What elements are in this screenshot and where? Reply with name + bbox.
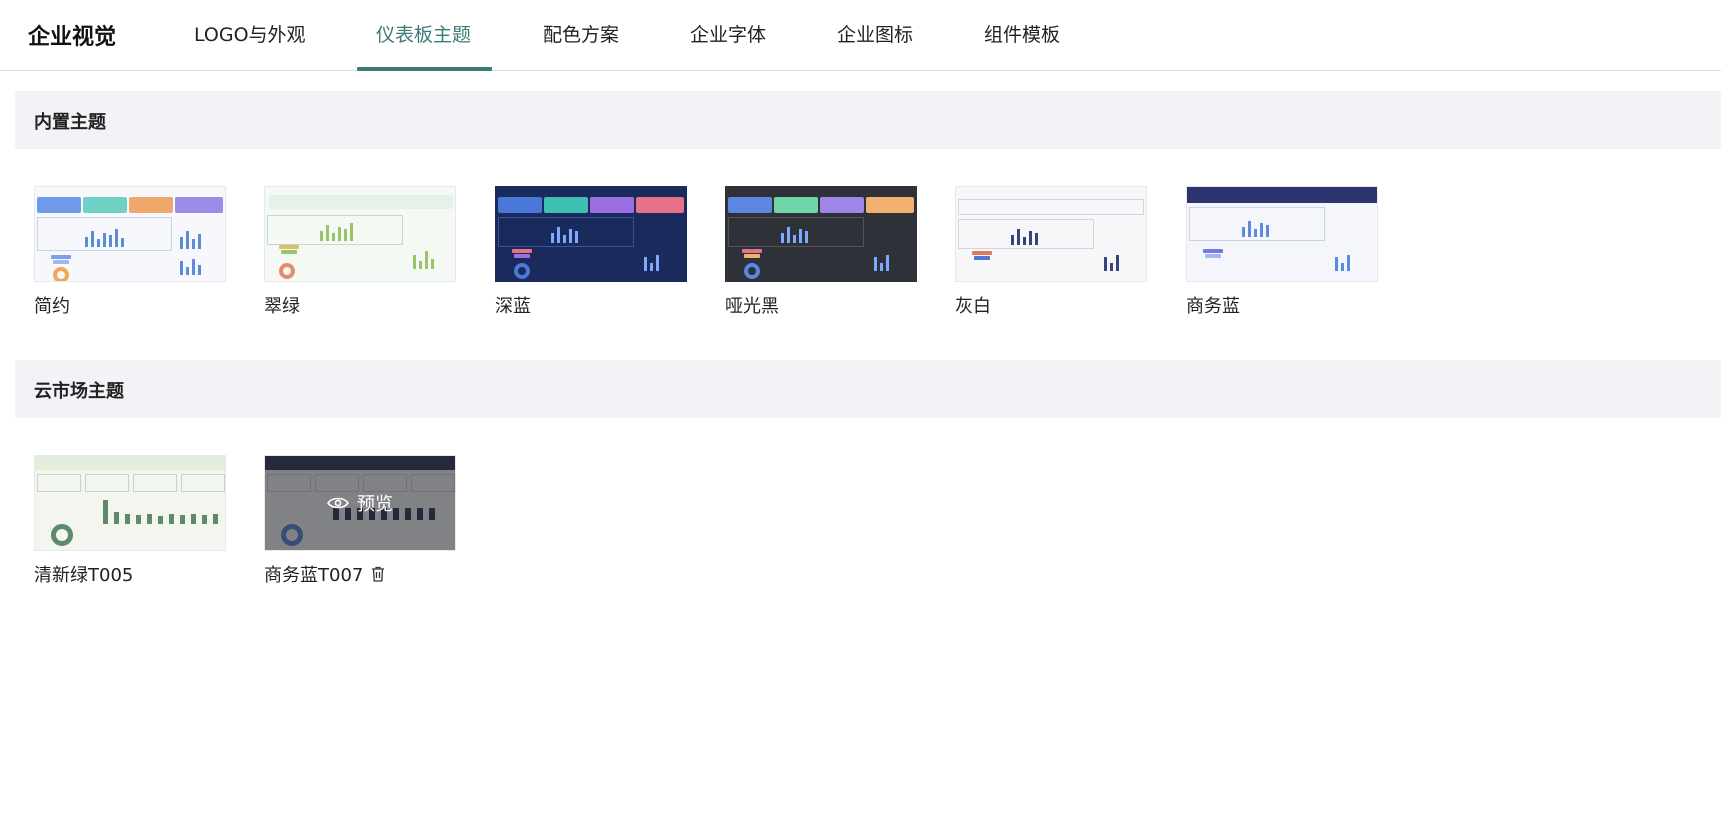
theme-label: 商务蓝T007 [264,565,364,586]
theme-card-deep-blue[interactable]: 深蓝 [495,186,687,318]
top-nav: 企业视觉 LOGO与外观 仪表板主题 配色方案 企业字体 企业图标 组件模板 [0,0,1721,71]
theme-label: 哑光黑 [725,296,779,317]
tab-color-scheme[interactable]: 配色方案 [543,20,619,47]
theme-card-business-blue[interactable]: 商务蓝 [1186,186,1378,318]
theme-card-fresh-green-t005[interactable]: 清新绿T005 [34,455,226,587]
theme-thumbnail[interactable] [34,455,226,551]
theme-thumbnail[interactable] [955,186,1147,282]
theme-thumbnail[interactable] [725,186,917,282]
tab-dashboard-theme[interactable]: 仪表板主题 [376,20,471,47]
theme-label: 灰白 [955,296,991,317]
preview-overlay[interactable]: 预览 [265,456,455,550]
theme-thumbnail[interactable] [264,186,456,282]
theme-card-simple[interactable]: 简约 [34,186,226,318]
theme-label: 深蓝 [495,296,531,317]
tab-enterprise-font[interactable]: 企业字体 [690,20,766,47]
tab-logo-appearance[interactable]: LOGO与外观 [194,20,306,47]
theme-label-row: 商务蓝T007 [264,561,456,587]
tab-enterprise-icon[interactable]: 企业图标 [837,20,913,47]
theme-card-matte-black[interactable]: 哑光黑 [725,186,917,318]
theme-label: 商务蓝 [1186,296,1240,317]
eye-icon [327,497,349,509]
section-builtin-themes: 内置主题 [15,91,1721,149]
theme-label: 清新绿T005 [34,565,134,586]
section-cloud-market-themes: 云市场主题 [15,360,1721,418]
theme-card-green[interactable]: 翠绿 [264,186,456,318]
theme-thumbnail[interactable] [495,186,687,282]
theme-card-gray-white[interactable]: 灰白 [955,186,1147,318]
section-title: 云市场主题 [34,381,124,402]
theme-label: 翠绿 [264,296,300,317]
brand-title: 企业视觉 [28,25,117,50]
theme-thumbnail[interactable]: 预览 [264,455,456,551]
theme-thumbnail[interactable] [34,186,226,282]
section-title: 内置主题 [34,112,106,133]
preview-label: 预览 [357,494,393,515]
trash-icon[interactable] [371,566,385,582]
theme-card-business-blue-t007[interactable]: 预览 商务蓝T007 [264,455,456,587]
active-tab-indicator [357,67,492,71]
theme-label: 简约 [34,296,70,317]
tab-component-template[interactable]: 组件模板 [984,20,1060,47]
theme-thumbnail[interactable] [1186,186,1378,282]
